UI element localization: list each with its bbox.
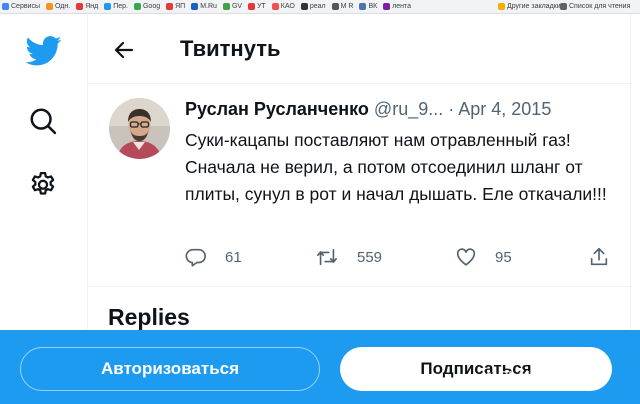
bookmark-item[interactable]: M.Ru	[191, 3, 217, 10]
divider	[88, 286, 632, 287]
other-bookmarks-label: Другие закладки	[507, 3, 561, 10]
share-button[interactable]	[588, 246, 628, 268]
bookmark-favicon-icon	[300, 3, 308, 10]
bookmark-label: M.Ru	[200, 3, 217, 10]
bookmark-item[interactable]: ВК	[359, 3, 377, 10]
bookmark-label: Сервисы	[11, 3, 41, 10]
tweet-actions: 61 559 95	[185, 246, 625, 270]
bookmark-favicon-icon	[104, 3, 112, 10]
bookmark-favicon-icon	[359, 3, 367, 10]
separator-dot: ·	[448, 99, 455, 119]
reading-list-label: Список для чтения	[569, 3, 631, 10]
page-title: Твитнуть	[180, 36, 281, 61]
tweet-date[interactable]: Apr 4, 2015	[458, 99, 551, 119]
bookmark-label: ЯП	[175, 3, 186, 10]
avatar[interactable]	[109, 98, 170, 159]
gear-icon[interactable]	[28, 170, 58, 205]
bookmark-item[interactable]: реал	[300, 3, 326, 10]
other-bookmarks[interactable]: Другие закладки	[498, 3, 561, 10]
bookmark-item[interactable]: Одн.	[46, 3, 70, 10]
tweet-text: Суки-кацапы поставляют нам отравленный г…	[185, 130, 607, 204]
bookmark-item[interactable]: Сервисы	[2, 3, 40, 10]
bookmark-label: Пер.	[113, 3, 128, 10]
bookmark-favicon-icon	[383, 3, 391, 10]
heart-icon	[456, 248, 476, 266]
bookmark-label: лента	[392, 3, 412, 10]
bookmark-item[interactable]: Янд	[76, 3, 98, 10]
bookmark-label: УТ	[257, 3, 266, 10]
bookmark-favicon-icon	[191, 3, 199, 10]
page-header: Твитнуть	[88, 14, 632, 84]
folder-icon	[498, 3, 505, 10]
retweet-count: 559	[357, 248, 383, 266]
bookmark-label: КАО	[280, 3, 295, 10]
bookmark-item[interactable]: лента	[383, 3, 411, 10]
bookmark-label: Янд	[85, 3, 99, 10]
signup-bottom-bar: Авторизоваться Подписаться	[0, 330, 640, 404]
apps-icon	[2, 3, 9, 10]
reply-count: 61	[225, 248, 242, 266]
bookmark-favicon-icon	[271, 3, 279, 10]
retweet-button[interactable]: 559	[315, 246, 382, 268]
bookmark-label: реал	[309, 3, 326, 10]
tweet-author-row: Руслан Русланченко @ru_9... · Apr 4, 201…	[185, 99, 551, 120]
bookmark-label: M R	[340, 3, 354, 10]
bookmark-label: ВК	[368, 3, 378, 10]
watermark-text: YAPLAKAL.COM	[482, 368, 590, 383]
reading-list[interactable]: Список для чтения	[560, 3, 630, 10]
bookmark-favicon-icon	[166, 3, 174, 10]
retweet-icon	[317, 248, 337, 266]
bookmark-favicon-icon	[222, 3, 230, 10]
bookmark-favicon-icon	[331, 3, 339, 10]
twitter-logo-icon[interactable]	[25, 36, 62, 71]
bookmark-favicon-icon	[133, 3, 141, 10]
bookmark-item[interactable]: GV	[222, 3, 243, 10]
back-arrow-icon[interactable]	[112, 38, 136, 62]
search-icon[interactable]	[28, 106, 58, 141]
bookmark-favicon-icon	[76, 3, 84, 10]
reply-button[interactable]: 61	[185, 246, 242, 268]
bookmark-item[interactable]: M R	[331, 3, 354, 10]
replies-heading: Replies	[108, 304, 190, 330]
like-count: 95	[495, 248, 512, 266]
share-icon	[590, 247, 608, 266]
bookmark-item[interactable]: КАО	[271, 3, 295, 10]
bookmark-item[interactable]: ЯП	[166, 3, 185, 10]
author-handle[interactable]: @ru_9...	[374, 99, 443, 119]
like-button[interactable]: 95	[455, 246, 512, 268]
bookmark-favicon-icon	[46, 3, 54, 10]
bookmark-item[interactable]: Goog	[133, 3, 161, 10]
author-name[interactable]: Руслан Русланченко	[185, 99, 369, 119]
bookmark-favicon-icon	[248, 3, 256, 10]
bookmark-label: Одн.	[55, 3, 71, 10]
bookmark-label: GV	[231, 3, 243, 10]
reading-list-icon	[560, 3, 567, 10]
bookmarks-bar: Сервисы Одн. Янд Пер. Goog ЯП M.Ru GV УТ…	[0, 0, 640, 14]
reply-icon	[185, 248, 206, 267]
bookmark-item[interactable]: Пер.	[104, 3, 128, 10]
login-button[interactable]: Авторизоваться	[20, 347, 320, 391]
bookmark-item[interactable]: УТ	[248, 3, 266, 10]
bookmark-label: Goog	[142, 3, 161, 10]
